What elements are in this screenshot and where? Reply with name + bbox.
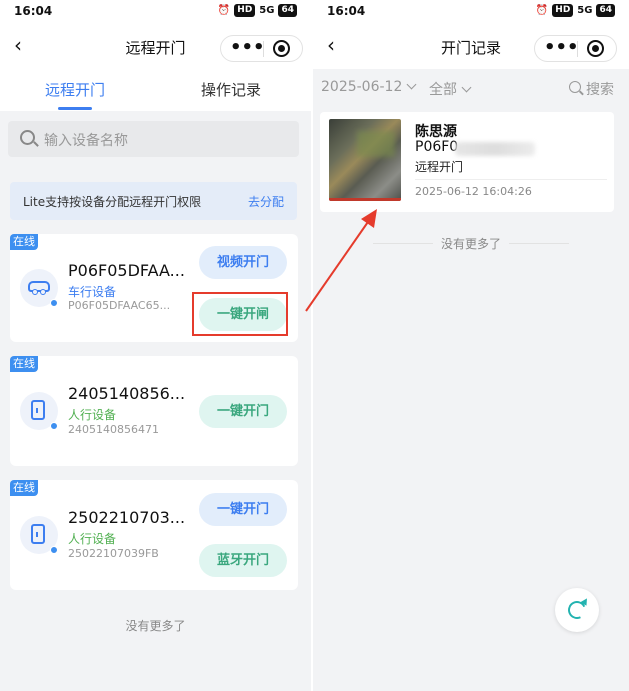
status-dot — [50, 422, 58, 430]
bluetooth-open-button[interactable]: 蓝牙开门 — [199, 544, 287, 577]
status-dot — [50, 546, 58, 554]
open-records-screen: 16:04 ⏰ HD 5G 64 ‹ 开门记录 ••• 2025-06-12 全… — [313, 0, 629, 691]
scope-filter[interactable]: 全部 — [429, 79, 472, 99]
pedestrian-device-icon — [20, 392, 58, 430]
record-timestamp: 2025-06-12 16:04:26 — [415, 185, 532, 198]
pedestrian-device-icon — [20, 516, 58, 554]
status-time: 16:04 — [14, 4, 53, 18]
list-end-text: 没有更多了 — [313, 235, 629, 252]
record-device-serial: P06F0 — [415, 139, 459, 155]
alarm-icon: ⏰ — [535, 5, 549, 16]
date-filter-label: 2025-06-12 — [321, 79, 403, 95]
signal-icon: 5G — [259, 5, 275, 16]
device-card: 在线 2405140856... 人行设备 2405140856471 一键开门 — [10, 356, 298, 466]
one-click-open-button[interactable]: 一键开门 — [199, 395, 287, 428]
back-button[interactable]: ‹ — [321, 33, 341, 57]
snapshot-image[interactable] — [329, 119, 401, 201]
refresh-button[interactable] — [555, 588, 599, 632]
tab-active-indicator — [58, 107, 92, 110]
record-open-type: 远程开门 — [415, 160, 464, 174]
status-dot — [50, 299, 58, 307]
device-name: P06F05DFAA... — [68, 261, 185, 280]
permission-notice: Lite支持按设备分配远程开门权限 去分配 — [10, 182, 297, 220]
nav-bar: ‹ 开门记录 ••• — [313, 24, 629, 69]
online-badge: 在线 — [10, 480, 38, 496]
device-name: 2502210703... — [68, 508, 186, 527]
highlight-box — [192, 292, 288, 336]
device-serial: P06F05DFAAC65... — [68, 299, 171, 312]
car-device-icon — [20, 269, 58, 307]
video-open-button[interactable]: 视频开门 — [199, 246, 287, 279]
chevron-down-icon — [461, 82, 472, 93]
record-user-name: 陈思源 — [415, 124, 457, 140]
door-icon — [31, 400, 45, 420]
date-filter[interactable]: 2025-06-12 — [321, 79, 417, 95]
hd-icon: HD — [234, 4, 256, 17]
battery-icon: 64 — [278, 4, 297, 17]
tab-bar: 远程开门 操作记录 — [0, 69, 311, 111]
redaction-blur — [455, 142, 535, 156]
search-icon[interactable] — [569, 81, 581, 93]
device-search-input[interactable]: 输入设备名称 — [8, 121, 299, 157]
door-icon — [31, 524, 45, 544]
more-button[interactable]: ••• — [230, 38, 265, 58]
back-button[interactable]: ‹ — [8, 33, 28, 57]
mini-program-capsule: ••• — [220, 35, 303, 62]
record-divider — [415, 179, 607, 180]
signal-icon: 5G — [577, 5, 593, 16]
refresh-arrowhead — [580, 598, 590, 608]
filter-bar: 2025-06-12 全部 搜索 — [313, 69, 629, 107]
battery-icon: 64 — [596, 4, 615, 17]
online-badge: 在线 — [10, 356, 38, 372]
search-placeholder: 输入设备名称 — [44, 133, 128, 149]
device-serial: 2405140856471 — [68, 423, 159, 436]
status-time: 16:04 — [327, 4, 366, 18]
device-card: 在线 2502210703... 人行设备 25022107039FB 一键开门… — [10, 480, 298, 590]
remote-open-screen: 16:04 ⏰ HD 5G 64 ‹ 远程开门 ••• 远程开门 操作记录 输入… — [0, 0, 311, 691]
status-icons: ⏰ HD 5G 64 — [218, 4, 297, 17]
online-badge: 在线 — [10, 234, 38, 250]
device-name: 2405140856... — [68, 384, 186, 403]
mini-program-capsule: ••• — [534, 35, 617, 62]
list-end-text: 没有更多了 — [125, 619, 186, 633]
alarm-icon: ⏰ — [217, 5, 231, 16]
device-type: 人行设备 — [68, 408, 117, 422]
tab-operation-log[interactable]: 操作记录 — [156, 79, 306, 100]
nav-bar: ‹ 远程开门 ••• — [0, 24, 311, 69]
notice-text: Lite支持按设备分配远程开门权限 — [23, 195, 202, 209]
capsule-divider — [577, 41, 578, 57]
chevron-down-icon — [406, 79, 417, 90]
search-button[interactable]: 搜索 — [586, 79, 614, 99]
device-serial: 25022107039FB — [68, 547, 159, 560]
hd-icon: HD — [552, 4, 574, 17]
tab-remote-open[interactable]: 远程开门 — [0, 79, 150, 100]
one-click-open-button[interactable]: 一键开门 — [199, 493, 287, 526]
status-bar: 16:04 ⏰ HD 5G 64 — [313, 0, 629, 24]
more-button[interactable]: ••• — [544, 38, 579, 58]
scope-filter-label: 全部 — [429, 82, 457, 98]
close-button[interactable] — [273, 40, 290, 57]
search-icon — [20, 130, 35, 145]
open-record-card[interactable]: 陈思源 P06F0 远程开门 2025-06-12 16:04:26 — [320, 112, 614, 212]
status-icons: ⏰ HD 5G 64 — [536, 4, 615, 17]
device-type: 车行设备 — [68, 285, 117, 299]
close-button[interactable] — [587, 40, 604, 57]
status-bar: 16:04 ⏰ HD 5G 64 — [0, 0, 311, 24]
assign-link[interactable]: 去分配 — [248, 193, 284, 210]
car-icon — [28, 281, 50, 295]
device-type: 人行设备 — [68, 532, 117, 546]
capsule-divider — [263, 41, 264, 57]
